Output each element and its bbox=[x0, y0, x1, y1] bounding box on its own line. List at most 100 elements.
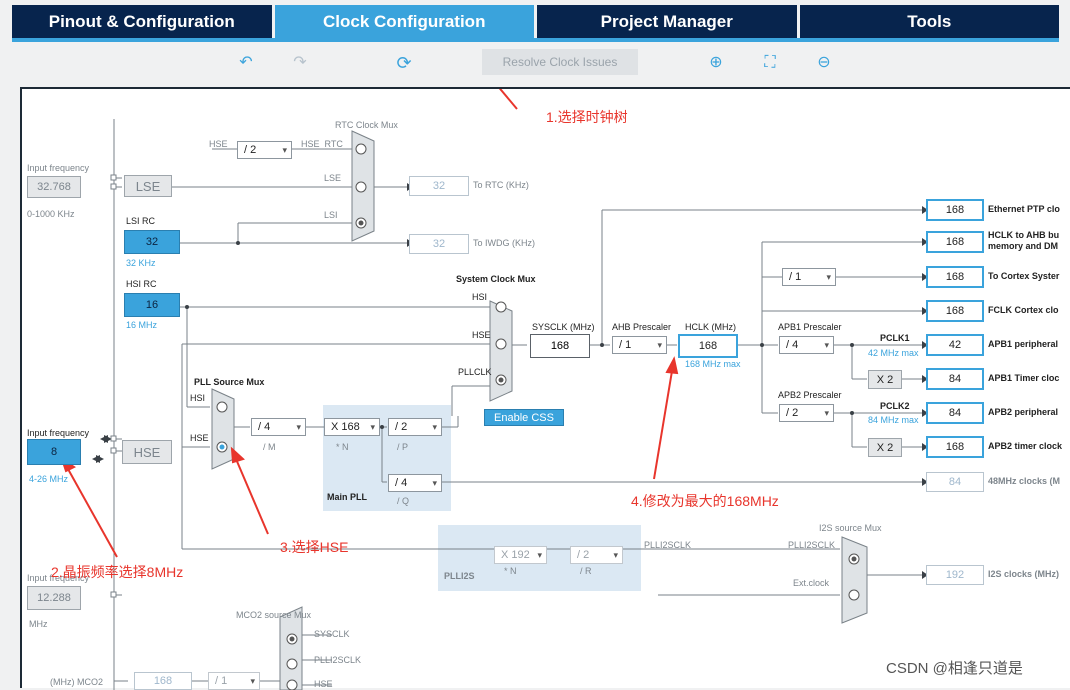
i2s-input-frequency[interactable]: 12.288 bbox=[27, 586, 81, 610]
apb1-peripheral-output[interactable]: 42 bbox=[926, 334, 984, 356]
clock-tree-wires bbox=[60, 89, 928, 690]
pll-p-divider[interactable]: / 2 ▾ bbox=[388, 418, 442, 436]
apb2-peripheral-label: APB2 peripheral bbox=[988, 407, 1059, 417]
hsi-unit: 16 MHz bbox=[126, 320, 158, 330]
apb1-prescaler-dropdown[interactable]: / 4 ▾ bbox=[779, 336, 834, 354]
hclk-ahb-output[interactable]: 168 bbox=[926, 231, 984, 253]
plli2s-n-multiplier[interactable]: X 192 ▾ bbox=[494, 546, 547, 564]
zoom-out-icon[interactable]: ⊖ bbox=[815, 54, 833, 72]
48mhz-output: 84 bbox=[926, 472, 984, 492]
lsi-rc-value: 32 bbox=[124, 230, 180, 254]
plli2s-name: PLLI2S bbox=[444, 571, 475, 581]
pll-n-label: * N bbox=[336, 442, 349, 452]
apb1-prescaler-label: APB1 Prescaler bbox=[778, 322, 842, 332]
pll-p-label: / P bbox=[397, 442, 409, 452]
enable-css-button[interactable]: Enable CSS bbox=[484, 409, 564, 426]
chevron-down-icon: ▾ bbox=[296, 422, 301, 432]
hse-source: HSE bbox=[122, 440, 172, 464]
zoom-in-icon[interactable]: ⊕ bbox=[707, 54, 725, 72]
mco2-mux-title: MCO2 source Mux bbox=[236, 610, 312, 620]
fit-screen-icon[interactable]: ⛶ bbox=[761, 54, 779, 72]
pll-source-mux-title: PLL Source Mux bbox=[194, 377, 265, 387]
refresh-icon[interactable]: ⟳ bbox=[395, 54, 413, 72]
ahb-prescaler-dropdown[interactable]: / 1 ▾ bbox=[612, 336, 667, 354]
chevron-down-icon: ▾ bbox=[657, 340, 662, 350]
apb2-timer-label: APB2 timer clock bbox=[988, 441, 1063, 451]
rtc-output: 32 bbox=[409, 176, 469, 196]
clock-tree-canvas: Input frequency 32.768 0-1000 KHz Input … bbox=[20, 87, 1070, 690]
apb2-prescaler-label: APB2 Prescaler bbox=[778, 390, 842, 400]
pclk2-max: 84 MHz max bbox=[868, 415, 919, 425]
hsi-rc-label: HSI RC bbox=[126, 279, 157, 289]
pll-hsi-label: HSI bbox=[190, 393, 206, 403]
undo-icon[interactable]: ↶ bbox=[237, 54, 255, 72]
tab-project-manager[interactable]: Project Manager bbox=[537, 5, 797, 38]
apb2-timer-output[interactable]: 168 bbox=[926, 436, 984, 458]
apb2-prescaler-dropdown[interactable]: / 2 ▾ bbox=[779, 404, 834, 422]
system-clock-mux bbox=[489, 300, 513, 402]
chevron-down-icon: ▾ bbox=[537, 550, 542, 560]
ethernet-ptp-label: Ethernet PTP clo bbox=[988, 204, 1060, 214]
lse-range: 0-1000 KHz bbox=[27, 209, 75, 219]
hclk-max: 168 MHz max bbox=[685, 359, 741, 369]
i2s-mux-in1: PLLI2SCLK bbox=[788, 540, 836, 550]
hclk-ahb-label: HCLK to AHB bu bbox=[988, 230, 1060, 240]
sys-hsi-label: HSI bbox=[472, 292, 488, 302]
tab-clock-configuration[interactable]: Clock Configuration bbox=[274, 5, 534, 38]
pll-source-mux bbox=[211, 388, 235, 470]
mco2-label: (MHz) MCO2 bbox=[50, 677, 103, 687]
lsi-rc-label: LSI RC bbox=[126, 216, 156, 226]
pll-m-divider[interactable]: / 4 ▾ bbox=[251, 418, 306, 436]
pclk1-max: 42 MHz max bbox=[868, 348, 919, 358]
annotation-step4: 4.修改为最大的168MHz bbox=[631, 493, 779, 509]
i2s-unit: MHz bbox=[29, 619, 48, 629]
lse-input-label: Input frequency bbox=[27, 163, 90, 173]
annotation-step2: 2.晶振频率选择8MHz bbox=[51, 564, 184, 580]
pll-q-divider[interactable]: / 4 ▾ bbox=[388, 474, 442, 492]
chevron-down-icon: ▾ bbox=[250, 676, 255, 686]
mco2-divider[interactable]: / 1 ▾ bbox=[208, 672, 260, 690]
apb2-peripheral-output[interactable]: 84 bbox=[926, 402, 984, 424]
chevron-down-icon: ▾ bbox=[613, 550, 618, 560]
apb1-timer-label: APB1 Timer cloc bbox=[988, 373, 1060, 383]
chevron-down-icon: ▾ bbox=[370, 422, 375, 432]
48mhz-label: 48MHz clocks (M bbox=[988, 476, 1061, 486]
tab-pinout[interactable]: Pinout & Configuration bbox=[12, 5, 272, 38]
chevron-down-icon: ▾ bbox=[432, 422, 437, 432]
chevron-down-icon: ▾ bbox=[826, 272, 831, 282]
pclk1-label: PCLK1 bbox=[880, 333, 910, 343]
plli2s-r-divider[interactable]: / 2 ▾ bbox=[570, 546, 623, 564]
fclk-label: FCLK Cortex clo bbox=[988, 305, 1059, 315]
pll-n-multiplier[interactable]: X 168 ▾ bbox=[324, 418, 380, 436]
rtc-hse-label: HSE bbox=[209, 139, 228, 149]
lse-input-frequency[interactable]: 32.768 bbox=[27, 176, 81, 198]
plli2sclk-label: PLLI2SCLK bbox=[644, 540, 692, 550]
cortex-divider-dropdown[interactable]: / 1 ▾ bbox=[782, 268, 836, 286]
i2s-output: 192 bbox=[926, 565, 984, 585]
tab-underline bbox=[12, 38, 1059, 42]
chevron-down-icon: ▾ bbox=[824, 408, 829, 418]
apb1-peripheral-label: APB1 peripheral bbox=[988, 339, 1059, 349]
tab-tools[interactable]: Tools bbox=[799, 5, 1059, 38]
watermark: CSDN @相逢只道是 bbox=[886, 660, 1023, 677]
hse-input-frequency[interactable]: 8 bbox=[27, 439, 81, 465]
plli2s-n-label: * N bbox=[504, 566, 517, 576]
hclk-input[interactable]: 168 bbox=[678, 334, 738, 358]
fclk-output[interactable]: 168 bbox=[926, 300, 984, 322]
chevron-down-icon: ▾ bbox=[282, 145, 287, 155]
ethernet-ptp-output[interactable]: 168 bbox=[926, 199, 984, 221]
redo-icon[interactable]: ↷ bbox=[291, 54, 309, 72]
hclk-ahb-sub: memory and DM bbox=[988, 241, 1059, 251]
resolve-clock-issues-button[interactable]: Resolve Clock Issues bbox=[482, 49, 638, 75]
cortex-system-output[interactable]: 168 bbox=[926, 266, 984, 288]
sysclk-value: 168 bbox=[530, 334, 590, 358]
pll-hse-label: HSE bbox=[190, 433, 209, 443]
apb1-timer-output[interactable]: 84 bbox=[926, 368, 984, 390]
i2s-source-mux-title: I2S source Mux bbox=[819, 523, 882, 533]
rtc-hse-divider[interactable]: / 2 ▾ bbox=[237, 141, 292, 159]
main-pll-label: Main PLL bbox=[327, 492, 367, 502]
to-iwdg-label: To IWDG (KHz) bbox=[473, 238, 535, 248]
pll-m-label: / M bbox=[263, 442, 276, 452]
hse-input-label: Input frequency bbox=[27, 428, 90, 438]
apb1-timer-x2: X 2 bbox=[868, 370, 902, 389]
